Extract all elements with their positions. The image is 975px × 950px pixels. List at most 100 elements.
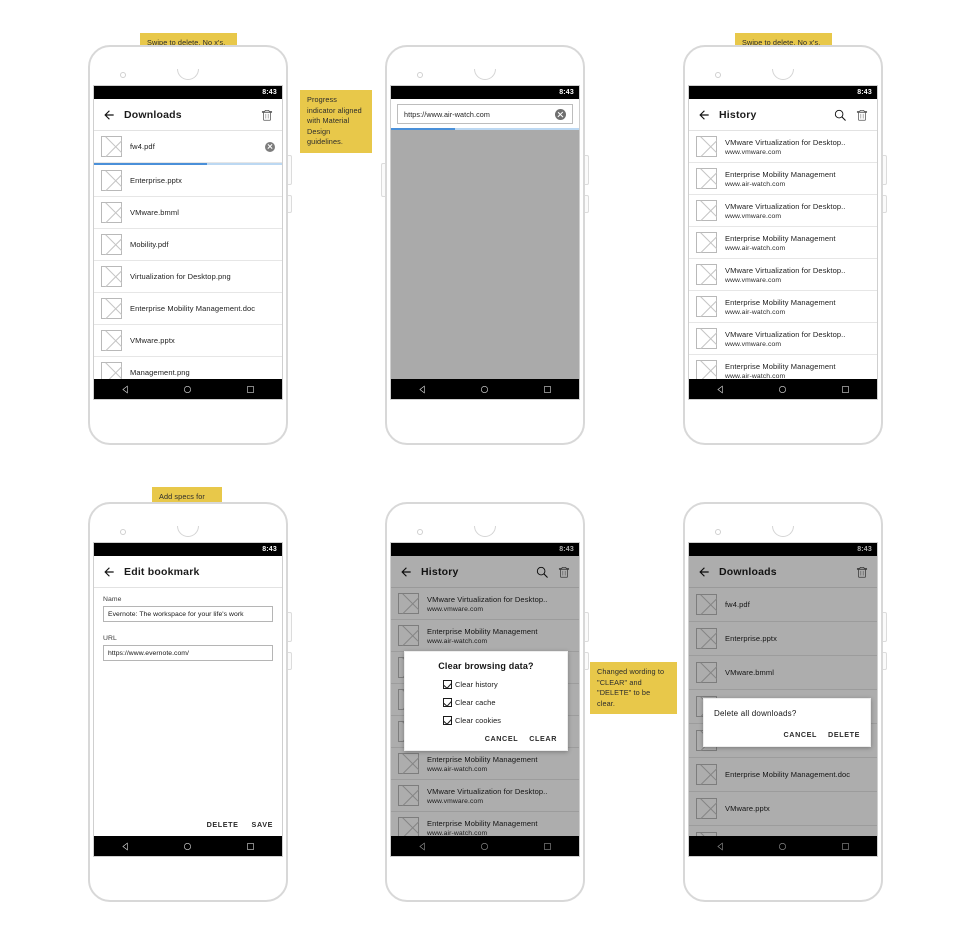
power-button[interactable] — [585, 612, 589, 642]
trash-icon[interactable] — [855, 108, 869, 122]
app-bar: Downloads — [94, 99, 282, 131]
history-url: www.vmware.com — [725, 340, 782, 348]
checkbox-clear-cookies[interactable]: Clear cookies — [443, 716, 557, 725]
power-button[interactable] — [883, 612, 887, 642]
nav-home-icon[interactable] — [778, 385, 787, 394]
power-button[interactable] — [288, 612, 292, 642]
volume-button[interactable] — [585, 195, 589, 213]
list-item[interactable]: VMware Virtualization for Desktop.. www.… — [689, 323, 877, 355]
file-name: Mobility.pdf — [130, 240, 169, 249]
table-row[interactable]: Mobility.pdf — [94, 229, 282, 261]
nav-back-icon[interactable] — [418, 385, 427, 394]
cancel-button[interactable]: CANCEL — [783, 730, 817, 739]
cancel-download-icon[interactable] — [265, 141, 275, 152]
nav-recents-icon[interactable] — [246, 385, 255, 394]
file-name: VMware.pptx — [130, 336, 175, 345]
history-url: www.vmware.com — [725, 148, 782, 156]
checkbox-icon[interactable] — [443, 698, 452, 707]
url-field[interactable]: https://www.evernote.com/ — [103, 645, 273, 661]
site-thumbnail — [696, 328, 717, 349]
nav-home-icon[interactable] — [183, 842, 192, 851]
camera-icon — [120, 72, 126, 78]
volume-button[interactable] — [288, 195, 292, 213]
list-item[interactable]: Enterprise Mobility Management www.air-w… — [689, 355, 877, 379]
file-name: Enterprise.pptx — [130, 176, 182, 185]
table-row[interactable]: Enterprise Mobility Management.doc — [94, 293, 282, 325]
screen-downloads-delete: 8:43 Downloads fw4.pdf Enterprise.pptx V… — [688, 542, 878, 857]
list-item[interactable]: Enterprise Mobility Management www.air-w… — [689, 227, 877, 259]
file-thumbnail — [101, 362, 122, 379]
volume-button[interactable] — [585, 652, 589, 670]
app-bar: History — [689, 99, 877, 131]
downloads-list[interactable]: fw4.pdf Enterprise.pptx VMware.bmml Mobi… — [94, 131, 282, 379]
table-row[interactable]: VMware.bmml — [94, 197, 282, 229]
list-item[interactable]: VMware Virtualization for Desktop.. www.… — [689, 195, 877, 227]
url-bar[interactable]: https://www.air-watch.com — [397, 104, 573, 124]
web-page-content[interactable] — [391, 130, 579, 379]
sticky-note-progress-indicator: Progress indicator aligned with Material… — [300, 90, 372, 153]
nav-recents-icon[interactable] — [246, 842, 255, 851]
checkbox-icon[interactable] — [443, 680, 452, 689]
delete-button[interactable]: DELETE — [207, 820, 239, 829]
nav-recents-icon[interactable] — [841, 385, 850, 394]
clear-url-icon[interactable] — [555, 108, 566, 120]
back-arrow-icon[interactable] — [102, 565, 116, 579]
table-row[interactable]: VMware.pptx — [94, 325, 282, 357]
nav-back-icon[interactable] — [121, 842, 130, 851]
nav-home-icon[interactable] — [480, 385, 489, 394]
file-thumbnail — [101, 136, 122, 157]
volume-button[interactable] — [883, 195, 887, 213]
phone-delete-downloads: 8:43 Downloads fw4.pdf Enterprise.pptx V… — [683, 502, 887, 902]
nav-home-icon[interactable] — [183, 385, 192, 394]
table-row[interactable]: Management.png — [94, 357, 282, 379]
list-item[interactable]: Enterprise Mobility Management www.air-w… — [689, 291, 877, 323]
screen-browser: 8:43 https://www.air-watch.com — [390, 85, 580, 400]
clear-button[interactable]: CLEAR — [529, 734, 557, 743]
checkbox-clear-history[interactable]: Clear history — [443, 680, 557, 689]
phone-edit-bookmark: 8:43 Edit bookmark Name Evernote: The wo… — [88, 502, 292, 902]
camera-icon — [715, 72, 721, 78]
history-list[interactable]: VMware Virtualization for Desktop.. www.… — [689, 131, 877, 379]
screen-history-clear: 8:43 History VMware Virtualization for D… — [390, 542, 580, 857]
list-item[interactable]: VMware Virtualization for Desktop.. www.… — [689, 131, 877, 163]
volume-button[interactable] — [883, 652, 887, 670]
volume-rocker[interactable] — [381, 163, 385, 197]
power-button[interactable] — [883, 155, 887, 185]
delete-button[interactable]: DELETE — [828, 730, 860, 739]
file-name: Enterprise Mobility Management.doc — [130, 304, 256, 313]
file-thumbnail — [101, 298, 122, 319]
checkbox-clear-cache[interactable]: Clear cache — [443, 698, 557, 707]
trash-icon[interactable] — [260, 108, 274, 122]
table-row[interactable]: Virtualization for Desktop.png — [94, 261, 282, 293]
file-thumbnail — [101, 266, 122, 287]
android-nav-bar — [391, 379, 579, 399]
nav-recents-icon[interactable] — [543, 385, 552, 394]
back-arrow-icon[interactable] — [697, 108, 711, 122]
name-field[interactable]: Evernote: The workspace for your life's … — [103, 606, 273, 622]
back-arrow-icon[interactable] — [102, 108, 116, 122]
table-row[interactable]: fw4.pdf — [94, 131, 282, 163]
status-bar: 8:43 — [391, 86, 579, 99]
history-title: Enterprise Mobility Management — [725, 169, 836, 179]
save-button[interactable]: SAVE — [252, 820, 273, 829]
power-button[interactable] — [585, 155, 589, 185]
nav-back-icon[interactable] — [121, 385, 130, 394]
nav-back-icon[interactable] — [716, 385, 725, 394]
history-url: www.air-watch.com — [725, 244, 786, 252]
url-input[interactable]: https://www.air-watch.com — [404, 110, 549, 119]
url-label: URL — [103, 635, 117, 642]
history-url: www.vmware.com — [725, 276, 782, 284]
history-url: www.vmware.com — [725, 212, 782, 220]
checkbox-icon[interactable] — [443, 716, 452, 725]
file-name: Virtualization for Desktop.png — [130, 272, 231, 281]
list-item[interactable]: VMware Virtualization for Desktop.. www.… — [689, 259, 877, 291]
table-row[interactable]: Enterprise.pptx — [94, 165, 282, 197]
cancel-button[interactable]: CANCEL — [485, 734, 519, 743]
clear-browsing-data-dialog: Clear browsing data? Clear history Clear… — [404, 651, 568, 751]
list-item[interactable]: Enterprise Mobility Management www.air-w… — [689, 163, 877, 195]
phone-browser: 8:43 https://www.air-watch.com — [381, 45, 589, 445]
search-icon[interactable] — [833, 108, 847, 122]
file-name: Management.png — [130, 368, 190, 377]
volume-button[interactable] — [288, 652, 292, 670]
power-button[interactable] — [288, 155, 292, 185]
